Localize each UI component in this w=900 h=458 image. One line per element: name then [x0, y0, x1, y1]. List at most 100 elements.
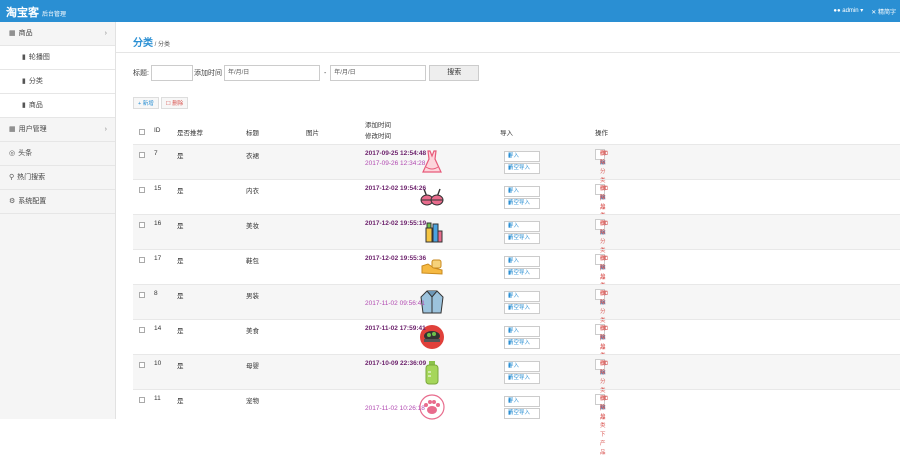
import-button[interactable]: ▮ 导入: [504, 361, 540, 372]
sidebar-item-headlines[interactable]: ◎ 头条: [0, 142, 115, 166]
search-icon: ⚲: [9, 174, 15, 181]
row-add-time: 2017-10-09 22:36:09: [365, 360, 427, 367]
simplify-link[interactable]: ✕ 精简字: [871, 7, 896, 16]
row-title: 男装: [246, 293, 259, 300]
delete-category-products-button[interactable]: ⌫ 删除分类下产品: [595, 149, 608, 211]
table-toolbar: + 新增 ☐ 删除: [133, 97, 189, 109]
clear-import-button[interactable]: ▮ 清空导入: [504, 408, 540, 419]
row-checkbox[interactable]: [139, 292, 145, 298]
chevron-right-icon: ›: [104, 126, 107, 133]
row-recommend: 是: [177, 293, 184, 300]
sidebar-item-products[interactable]: ▮ 商品: [0, 94, 115, 118]
clear-import-button[interactable]: ▮ 清空导入: [504, 303, 540, 314]
title-filter-input[interactable]: [150, 65, 193, 81]
target-icon: ◎: [9, 150, 16, 157]
delete-category-products-button[interactable]: ⌫ 删除分类下产品: [595, 254, 608, 316]
delete-category-products-button[interactable]: ⌫ 删除分类下产品: [595, 219, 608, 281]
row-checkbox[interactable]: [139, 152, 145, 158]
row-add-time: 2017-11-02 17:59:41: [365, 325, 426, 332]
table-row: 14是美食2017-11-02 17:59:41▮ 导入▮ 清空导入✎ 编辑⊕ …: [133, 319, 900, 386]
delete-category-products-button[interactable]: ⌫ 删除分类下产品: [595, 359, 608, 421]
col-ops: 操作: [595, 130, 608, 137]
sidebar-item-hot-search[interactable]: ⚲ 热门搜索: [0, 166, 115, 190]
delete-category-products-button[interactable]: ⌫ 删除分类下产品: [595, 324, 608, 386]
page-title: 分类: [133, 38, 153, 49]
row-checkbox[interactable]: [139, 222, 145, 228]
brand-logo[interactable]: 淘宝客 后台管理: [6, 4, 66, 20]
row-title: 母婴: [246, 363, 259, 370]
row-edit-time: 2017-11-02 10:26:18: [365, 405, 425, 412]
clear-import-button[interactable]: ▮ 清空导入: [504, 163, 540, 174]
chevron-right-icon: ›: [104, 30, 107, 37]
import-button[interactable]: ▮ 导入: [504, 151, 540, 162]
import-button[interactable]: ▮ 导入: [504, 326, 540, 337]
import-button[interactable]: ▮ 导入: [504, 291, 540, 302]
sidebar-item-settings[interactable]: ⚙ 系统配置: [0, 190, 115, 214]
row-add-time: 2017-12-02 19:54:26: [365, 185, 427, 192]
gear-icon: ⚙: [9, 198, 16, 205]
col-id: ID: [154, 127, 161, 134]
delete-category-products-button[interactable]: ⌫ 删除分类下产品: [595, 289, 608, 351]
clear-import-button[interactable]: ▮ 清空导入: [504, 268, 540, 279]
clear-import-button[interactable]: ▮ 清空导入: [504, 338, 540, 349]
import-button[interactable]: ▮ 导入: [504, 256, 540, 267]
user-menu[interactable]: ●● admin ▾: [833, 7, 863, 16]
time-filter-label: 添加时间: [193, 70, 222, 77]
breadcrumb: 分类 / 分类: [133, 38, 171, 49]
file-icon: ▮: [22, 78, 26, 85]
sidebar-item-users[interactable]: ▦ 用户管理 ›: [0, 118, 115, 142]
delete-category-products-button[interactable]: ⌫ 删除分类下产品: [595, 184, 608, 246]
row-add-time: 2017-09-25 12:54:48: [365, 150, 427, 157]
date-range-separator: -: [323, 69, 327, 77]
clear-import-button[interactable]: ▮ 清空导入: [504, 198, 540, 209]
date-to-input[interactable]: 年/月/日: [330, 65, 427, 81]
row-recommend: 是: [177, 398, 184, 405]
row-checkbox[interactable]: [139, 187, 145, 193]
date-from-input[interactable]: 年/月/日: [223, 65, 320, 81]
col-add-time: 添加时间: [365, 122, 391, 129]
clear-import-button[interactable]: ▮ 清空导入: [504, 373, 540, 384]
import-button[interactable]: ▮ 导入: [504, 186, 540, 197]
file-icon: ▮: [22, 102, 26, 109]
sidebar: ▦ 商品 › ▮ 轮播图 ▮ 分类 ▮ 商品 ▦ 用户管理 › ◎ 头条 ⚲ 热门搜索 ⚙ 系统…: [0, 22, 116, 419]
row-checkbox[interactable]: [139, 257, 145, 263]
import-button[interactable]: ▮ 导入: [504, 396, 540, 407]
row-checkbox[interactable]: [139, 397, 145, 403]
sidebar-item-goods[interactable]: ▦ 商品 ›: [0, 22, 115, 46]
row-title: 鞋包: [246, 258, 259, 265]
row-edit-time: 2017-09-26 12:34:28: [365, 160, 426, 167]
row-id: 7: [154, 150, 158, 157]
row-id: 10: [154, 360, 162, 367]
search-button[interactable]: 搜索: [429, 65, 480, 81]
delete-category-products-button[interactable]: ⌫ 删除分类下产品: [595, 394, 608, 456]
row-recommend: 是: [177, 363, 184, 370]
expand-icon: ✕: [871, 10, 877, 16]
row-id: 15: [154, 185, 162, 192]
delete-button[interactable]: ☐ 删除: [160, 97, 189, 109]
row-recommend: 是: [177, 153, 184, 160]
sidebar-item-carousel[interactable]: ▮ 轮播图: [0, 46, 115, 70]
import-button[interactable]: ▮ 导入: [504, 221, 540, 232]
sidebar-item-category[interactable]: ▮ 分类: [0, 70, 115, 94]
col-edit-time: 修改时间: [365, 133, 391, 140]
row-checkbox[interactable]: [139, 327, 145, 333]
table-row: 16是美妆2017-12-02 19:55:19▮ 导入▮ 清空导入✎ 编辑⊕ …: [133, 214, 900, 281]
row-recommend: 是: [177, 188, 184, 195]
row-id: 14: [154, 325, 162, 332]
row-add-time: 2017-12-02 19:55:36: [365, 255, 427, 262]
table-row: 10是母婴2017-10-09 22:36:09▮ 导入▮ 清空导入✎ 编辑⊕ …: [133, 354, 900, 421]
row-checkbox[interactable]: [139, 362, 145, 368]
add-button[interactable]: + 新增: [133, 97, 159, 109]
file-icon: ▮: [22, 54, 26, 61]
row-title: 美食: [246, 328, 259, 335]
clear-import-button[interactable]: ▮ 清空导入: [504, 233, 540, 244]
brand-subtitle: 后台管理: [42, 12, 67, 18]
row-recommend: 是: [177, 258, 184, 265]
col-title: 标题: [246, 130, 259, 137]
divider: [116, 52, 900, 53]
select-all-checkbox[interactable]: [139, 129, 145, 135]
grid-icon: ▦: [9, 30, 16, 37]
top-bar: 淘宝客 后台管理 ●● admin ▾ ✕ 精简字: [0, 0, 900, 22]
row-id: 8: [154, 290, 158, 297]
row-edit-time: 2017-11-02 09:56:41: [365, 300, 425, 307]
